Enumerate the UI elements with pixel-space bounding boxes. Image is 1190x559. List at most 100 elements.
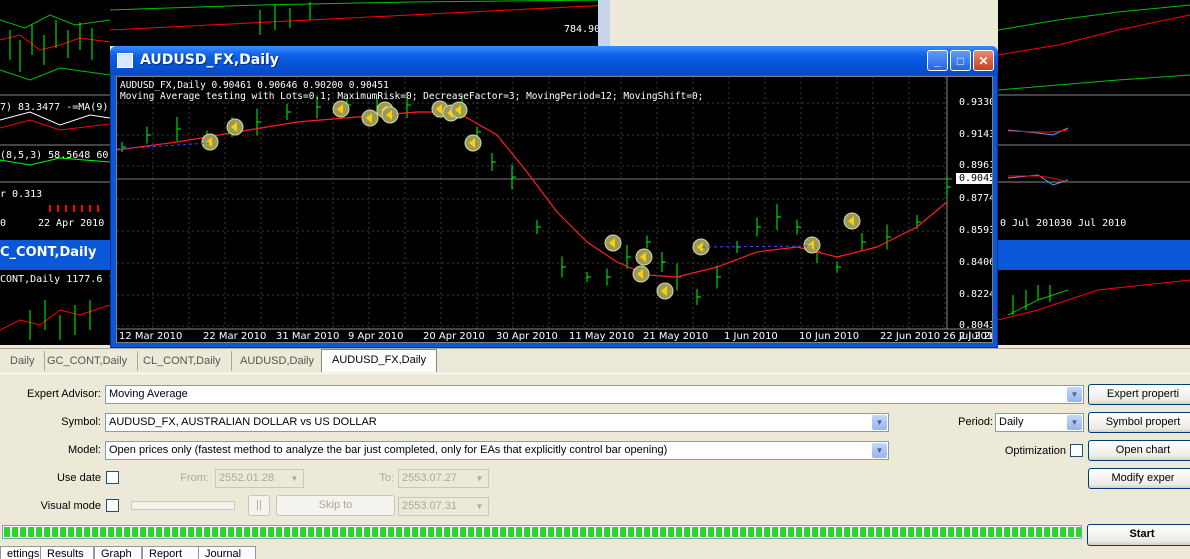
chevron-down-icon[interactable]: ▼ <box>872 443 887 458</box>
price-axis-label: 0.89615 <box>959 160 992 171</box>
date-axis-label: 9 Apr 2010 <box>348 331 404 342</box>
bg-r-indicator-label: r 0.313 <box>0 189 43 200</box>
to-date-picker[interactable]: 2553.07.27 ▼ <box>398 469 489 488</box>
price-axis-label: 0.87745 <box>959 193 992 204</box>
chevron-down-icon[interactable]: ▼ <box>472 499 487 514</box>
visual-mode-checkbox[interactable] <box>106 499 119 512</box>
bg-date-apr: 22 Apr 2010 <box>38 218 105 229</box>
model-label: Model: <box>67 444 101 456</box>
open-chart-button[interactable]: Open chart <box>1088 440 1190 461</box>
expert-properties-button[interactable]: Expert properti <box>1088 384 1190 405</box>
tab-audusd-fx-daily[interactable]: AUDUSD_FX,Daily <box>321 349 438 372</box>
modify-expert-button[interactable]: Modify exper <box>1088 468 1190 489</box>
date-axis-label: 26 Jul 2010 <box>943 331 993 342</box>
visual-mode-label: Visual mode <box>40 500 101 512</box>
date-axis-label: 1 Jun 2010 <box>724 331 778 342</box>
minimize-button[interactable]: _ <box>927 50 948 71</box>
skip-to-date-picker[interactable]: 2553.07.31 ▼ <box>398 497 489 516</box>
close-icon: ✕ <box>978 54 989 68</box>
tab-report[interactable]: Report <box>142 546 200 559</box>
tab-audusd-daily[interactable]: AUDUSD,Daily <box>230 351 325 371</box>
model-value: Open prices only (fastest method to anal… <box>109 444 668 456</box>
bg-gc-window-title: C_CONT,Daily <box>0 245 97 260</box>
chart-window[interactable]: AUDUSD_FX,Daily _ □ ✕ AUDUSD_FX,Daily 0.… <box>110 46 998 348</box>
price-axis-label: 0.91430 <box>959 129 992 140</box>
bg-price-784: 784.90 <box>564 24 601 35</box>
date-axis-label: 12 Mar 2010 <box>119 331 183 342</box>
window-titlebar[interactable]: AUDUSD_FX,Daily _ □ ✕ <box>110 46 998 75</box>
window-title: AUDUSD_FX,Daily <box>140 52 279 68</box>
background-chart-left: 7) 83.3477 -=MA(9) 81.0( (8,5,3) 58.5648… <box>0 0 110 345</box>
minimize-icon: _ <box>934 54 941 68</box>
current-price-label: 0.90451 <box>956 173 992 184</box>
chart-tabs-bar: Daily GC_CONT,Daily CL_CONT,Daily AUDUSD… <box>0 348 1190 373</box>
tab-results[interactable]: Results <box>40 546 94 559</box>
skip-to-button[interactable]: Skip to <box>276 495 395 516</box>
date-axis-label: 30 Apr 2010 <box>496 331 558 342</box>
bg-date-left: 0 <box>0 218 7 229</box>
bg-date-jul1: 0 Jul 2010 <box>1000 218 1061 229</box>
bg-date-jul2: 30 Jul 2010 <box>1060 218 1127 229</box>
from-date-picker[interactable]: 2552.01.28 ▼ <box>215 469 304 488</box>
test-progress-bar <box>2 525 1082 539</box>
visual-speed-slider[interactable] <box>131 501 235 510</box>
expert-advisor-label: Expert Advisor: <box>27 388 101 400</box>
chevron-down-icon[interactable]: ▼ <box>1067 415 1082 430</box>
chevron-down-icon[interactable]: ▼ <box>872 415 887 430</box>
price-chart[interactable]: AUDUSD_FX,Daily 0.90461 0.90646 0.90200 … <box>116 76 993 343</box>
expert-advisor-select[interactable]: Moving Average ▼ <box>105 385 1084 404</box>
background-scrollbar <box>598 0 610 46</box>
close-button[interactable]: ✕ <box>973 50 994 71</box>
date-axis-label: 21 May 2010 <box>643 331 709 342</box>
from-date-value: 2552.01.28 <box>219 472 275 484</box>
use-date-label: Use date <box>56 472 101 484</box>
start-button[interactable]: Start <box>1087 524 1190 546</box>
date-axis-label: 11 May 2010 <box>569 331 635 342</box>
optimization-checkbox[interactable] <box>1070 444 1083 457</box>
tab-settings[interactable]: ettings <box>0 546 42 559</box>
expert-advisor-value: Moving Average <box>109 388 188 400</box>
to-date-value: 2553.07.27 <box>402 472 458 484</box>
tab-journal[interactable]: Journal <box>198 546 256 559</box>
optimization-label: Optimization <box>1004 445 1066 457</box>
maximize-icon: □ <box>956 54 965 68</box>
maximize-button[interactable]: □ <box>950 50 971 71</box>
symbol-value: AUDUSD_FX, AUSTRALIAN DOLLAR vs US DOLLA… <box>109 416 377 428</box>
bg-ma-indicator-label: 7) 83.3477 -=MA(9) 81.0( <box>0 102 110 113</box>
tab-gc-cont-daily[interactable]: GC_CONT,Daily <box>37 351 139 371</box>
tester-tabs: ettings Results Graph Report Journal <box>0 546 1190 559</box>
price-axis-label: 0.85930 <box>959 225 992 236</box>
date-axis-label: 22 Jun 2010 <box>880 331 941 342</box>
tab-graph[interactable]: Graph <box>94 546 142 559</box>
period-value: Daily <box>999 416 1024 428</box>
moving-average-line <box>117 111 948 278</box>
background-chart-top-middle: 784.90 <box>110 0 610 46</box>
chart-window-icon <box>117 53 133 68</box>
model-select[interactable]: Open prices only (fastest method to anal… <box>105 441 889 460</box>
date-axis-label: 22 Mar 2010 <box>203 331 267 342</box>
price-chart-canvas <box>117 77 992 330</box>
tab-cl-cont-daily[interactable]: CL_CONT,Daily <box>133 351 232 371</box>
period-label: Period: <box>958 416 993 428</box>
chevron-down-icon[interactable]: ▼ <box>1067 387 1082 402</box>
pause-button[interactable]: || <box>248 495 270 516</box>
use-date-checkbox[interactable] <box>106 471 119 484</box>
skip-to-date-value: 2553.07.31 <box>402 500 458 512</box>
symbol-properties-button[interactable]: Symbol propert <box>1088 412 1190 433</box>
period-select[interactable]: Daily ▼ <box>995 413 1084 432</box>
date-axis-label: 20 Apr 2010 <box>423 331 485 342</box>
chart-header-symbol: AUDUSD_FX,Daily 0.90461 0.90646 0.90200 … <box>120 80 389 91</box>
price-axis-label: 0.84060 <box>959 257 992 268</box>
bg-gc-header: CONT,Daily 1177.6 1184 <box>0 274 110 285</box>
background-chart-right: 0 Jul 2010 30 Jul 2010 <box>998 0 1190 345</box>
chevron-down-icon[interactable]: ▼ <box>287 471 302 486</box>
symbol-label: Symbol: <box>61 416 101 428</box>
price-axis-label: 0.82245 <box>959 289 992 300</box>
chevron-down-icon[interactable]: ▼ <box>472 471 487 486</box>
date-axis-label: 31 Mar 2010 <box>276 331 340 342</box>
price-axis-label: 0.93300 <box>959 97 992 108</box>
bg-stoch-indicator-label: (8,5,3) 58.5648 60.6343 <box>0 150 110 161</box>
test-progress-fill <box>4 527 1081 537</box>
from-label: From: <box>180 472 209 484</box>
symbol-select[interactable]: AUDUSD_FX, AUSTRALIAN DOLLAR vs US DOLLA… <box>105 413 889 432</box>
